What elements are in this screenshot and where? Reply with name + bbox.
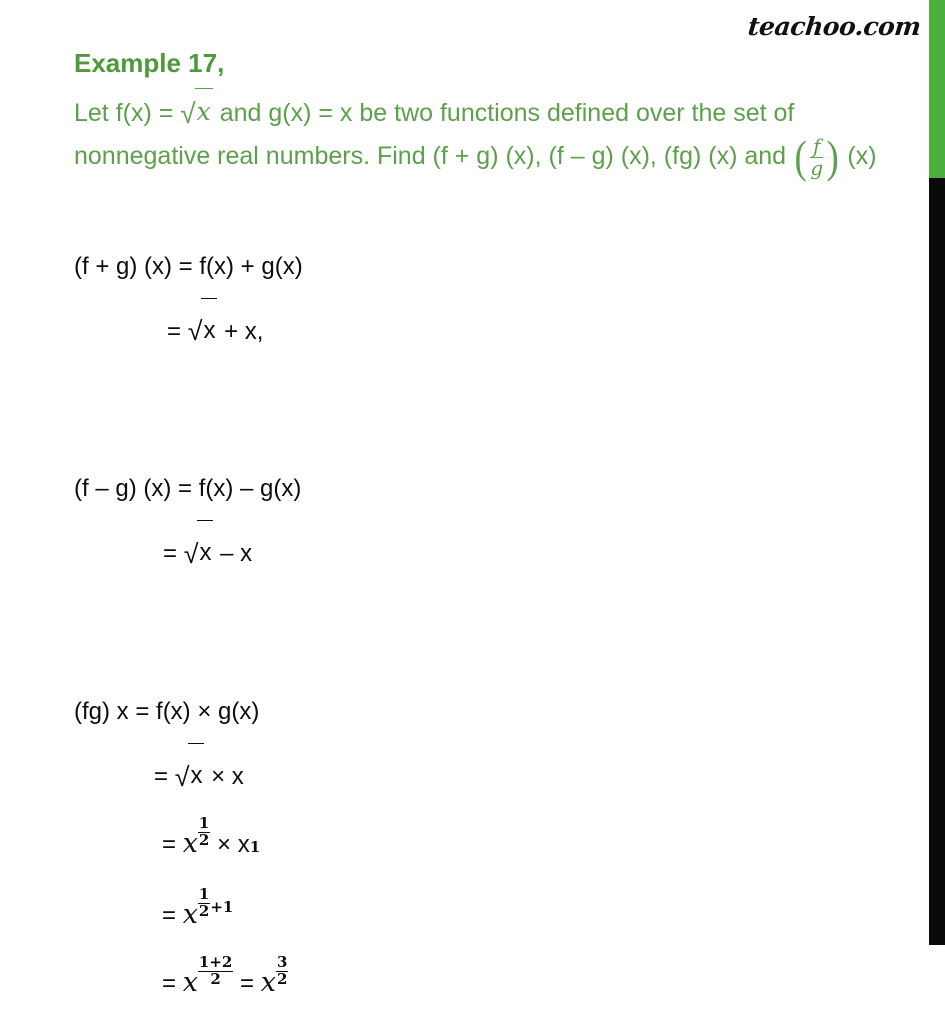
- power-base: x: [182, 828, 198, 860]
- power-x-three-halves: x32: [261, 947, 289, 1015]
- power-x-one-plus-two-over-two: x 1+2 2: [183, 947, 234, 1015]
- power-x-half-plus-one: x 1 2 +1: [183, 878, 234, 947]
- exponent-denominator: 2: [275, 969, 289, 988]
- exponent-numerator: 1: [198, 814, 210, 833]
- power-exponent-one: 1: [249, 838, 261, 857]
- difference-result-line: = √x – x: [74, 520, 915, 585]
- page-content: Example 17, Let f(x) = √x and g(x) = x b…: [74, 0, 915, 1015]
- product-step-3: = x 1 2 +1: [74, 878, 915, 947]
- power-base: x: [182, 967, 198, 999]
- power-base: x: [182, 899, 198, 931]
- product-step1-suffix: × x: [204, 763, 244, 791]
- exponent-denominator: 2: [197, 970, 234, 987]
- exponent-numerator: 1: [198, 885, 210, 904]
- sum-result-prefix: =: [167, 317, 188, 345]
- power-exponent: 32: [275, 945, 289, 1007]
- sqrt-x-sum: √x: [187, 297, 218, 363]
- exponent-denominator: 2: [197, 830, 211, 849]
- exponent-tail: +1: [210, 898, 234, 917]
- product-step1-prefix: =: [154, 763, 175, 791]
- radicand: x: [194, 88, 213, 133]
- product-step2-eq: =: [162, 831, 183, 859]
- fraction-denominator: g: [810, 155, 824, 180]
- sqrt-x-inline: √x: [180, 88, 213, 135]
- radicand: x: [188, 743, 205, 807]
- product-step2-mid: × x: [210, 831, 250, 859]
- difference-equation-line: (f – g) (x) = f(x) – g(x): [74, 475, 302, 503]
- right-edge-black-bar: [929, 178, 945, 945]
- left-paren-glyph: (: [794, 131, 807, 183]
- exponent-fraction: 32: [275, 953, 289, 988]
- sqrt-x-product: √x: [175, 743, 205, 808]
- exponent-fraction: 12: [197, 814, 211, 849]
- radicand: x: [201, 297, 218, 362]
- power-exponent: 12: [197, 806, 211, 868]
- power-exponent: 1+2 2: [197, 945, 234, 1007]
- difference-result-suffix: – x: [213, 540, 253, 568]
- radical-symbol-icon: √: [174, 761, 190, 792]
- power-exponent: 1 2 +1: [197, 876, 234, 939]
- product-equation-group: (fg) x = f(x) × g(x) = √x × x = x12 × x1…: [74, 681, 915, 1015]
- radical-symbol-icon: √: [183, 538, 199, 569]
- right-paren-glyph: ): [826, 131, 839, 183]
- product-step3-eq: =: [162, 902, 183, 930]
- right-edge-green-bar: [929, 0, 945, 178]
- right-edge-gap: [926, 178, 929, 945]
- difference-equation-group: (f – g) (x) = f(x) – g(x) = √x – x: [74, 458, 915, 585]
- fraction-numerator: f: [813, 133, 821, 158]
- sum-equation-group: (f + g) (x) = f(x) + g(x) = √x + x,: [74, 236, 915, 363]
- radicand: x: [197, 520, 214, 584]
- product-step4-eq2: =: [233, 970, 261, 998]
- product-equation-line: (fg) x = f(x) × g(x): [74, 698, 260, 726]
- product-step4-eq: =: [162, 970, 183, 998]
- sum-equation-line: (f + g) (x) = f(x) + g(x): [74, 252, 303, 280]
- exponent-numerator: 3: [276, 953, 288, 972]
- power-x-half: x12: [183, 808, 211, 876]
- product-step-4: = x 1+2 2 = x32: [74, 947, 915, 1015]
- radical-symbol-icon: √: [180, 97, 196, 129]
- example-heading: Example 17,: [74, 48, 225, 78]
- radical-symbol-icon: √: [187, 315, 203, 346]
- exponent-denominator: 2: [197, 901, 211, 920]
- sqrt-x-difference: √x: [184, 520, 214, 585]
- exponent-fraction: 1+2 2: [197, 953, 234, 987]
- exponent-fraction: 12: [197, 885, 211, 920]
- difference-result-prefix: =: [163, 540, 184, 568]
- sum-result-suffix: + x,: [217, 317, 264, 345]
- power-base: x: [260, 967, 276, 999]
- question-statement: Let f(x) = √x and g(x) = x be two functi…: [74, 88, 915, 179]
- product-step-1: = √x × x: [74, 743, 915, 808]
- fraction-f-g: fg: [808, 133, 825, 180]
- product-step-2: = x12 × x1: [74, 808, 915, 878]
- sum-result-line: = √x + x,: [74, 297, 915, 363]
- solution-block: (f + g) (x) = f(x) + g(x) = √x + x, (f –…: [74, 236, 915, 1015]
- question-text-part-1: Let f(x) =: [74, 99, 181, 128]
- exponent-numerator: 1+2: [198, 953, 233, 972]
- question-text-part-3: (x): [840, 142, 877, 171]
- f-over-g-expression: (f g): [793, 131, 840, 183]
